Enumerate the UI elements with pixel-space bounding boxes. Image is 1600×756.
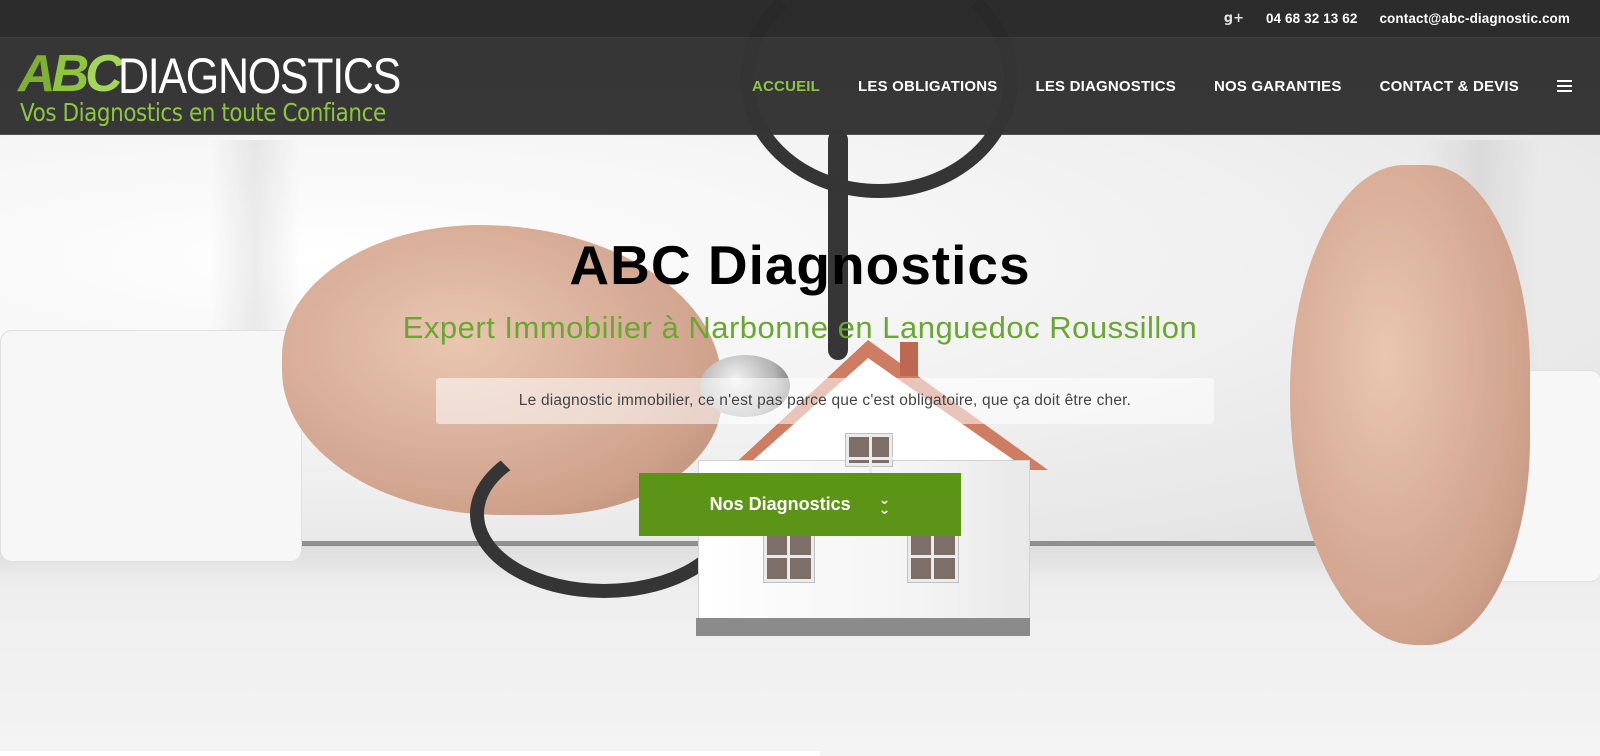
- hero-title: ABC Diagnostics: [569, 234, 1031, 296]
- nav-item-garanties[interactable]: NOS GARANTIES: [1214, 78, 1342, 95]
- logo-abc-mark: ABC: [18, 45, 123, 103]
- nav-item-contact-devis[interactable]: CONTACT & DEVIS: [1380, 78, 1519, 95]
- nav-item-diagnostics[interactable]: LES DIAGNOSTICS: [1035, 78, 1176, 95]
- main-navbar: ABC DIAGNOSTICS Vos Diagnostics en toute…: [0, 38, 1600, 134]
- logo-letter-c: C: [85, 45, 123, 103]
- nav-menu: ACCUEIL LES OBLIGATIONS LES DIAGNOSTICS …: [714, 38, 1600, 134]
- hero-tagline: Le diagnostic immobilier, ce n'est pas p…: [518, 392, 1132, 409]
- double-chevron-down-icon: ⌄ ⌄: [878, 491, 891, 518]
- hamburger-icon[interactable]: [1557, 80, 1572, 92]
- hero-subtitle: Expert Immobilier à Narbonne en Languedo…: [402, 310, 1198, 345]
- page: g+ 04 68 32 13 62 contact@abc-diagnostic…: [0, 0, 1600, 756]
- nos-diagnostics-button[interactable]: Nos Diagnostics ⌄ ⌄: [639, 473, 961, 536]
- nav-item-obligations[interactable]: LES OBLIGATIONS: [858, 78, 997, 95]
- email-link[interactable]: contact@abc-diagnostic.com: [1379, 11, 1570, 26]
- logo-letter-b: B: [51, 45, 90, 103]
- cta-label: Nos Diagnostics: [709, 494, 851, 514]
- site-logo[interactable]: ABC DIAGNOSTICS Vos Diagnostics en toute…: [18, 45, 418, 127]
- google-plus-icon[interactable]: g+: [1224, 11, 1244, 26]
- logo-letter-a: A: [18, 45, 56, 103]
- hero-tagline-box: Le diagnostic immobilier, ce n'est pas p…: [436, 378, 1214, 424]
- phone-number[interactable]: 04 68 32 13 62: [1266, 11, 1357, 26]
- section-divider: [0, 751, 820, 756]
- logo-wordmark: DIAGNOSTICS: [118, 48, 401, 104]
- nav-item-accueil[interactable]: ACCUEIL: [752, 78, 820, 95]
- top-contact-bar: g+ 04 68 32 13 62 contact@abc-diagnostic…: [0, 0, 1600, 38]
- logo-tagline: Vos Diagnostics en toute Confiance: [20, 98, 386, 127]
